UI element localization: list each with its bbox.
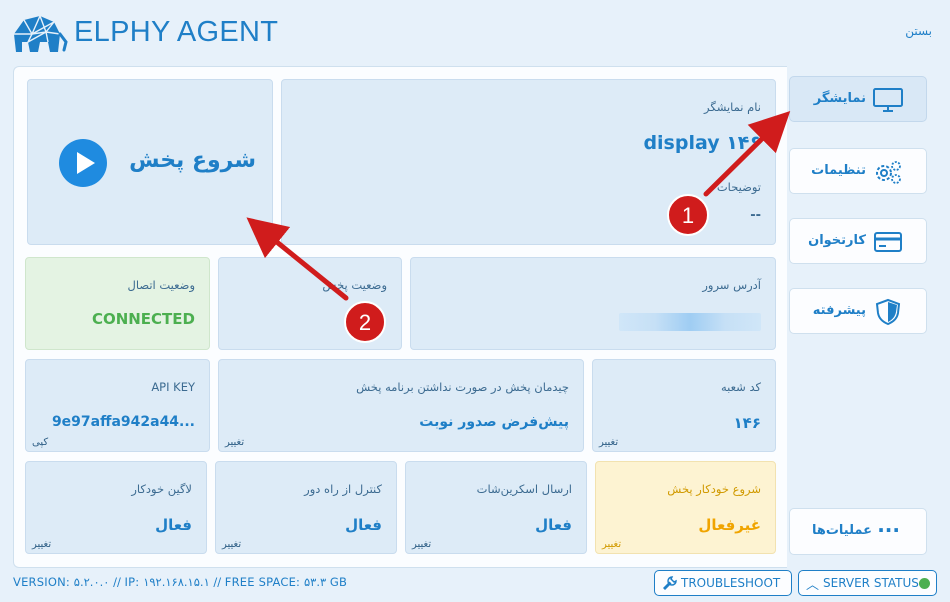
playback-status-label: وضعیت پخش (322, 278, 387, 292)
sidebar-item-card-reader[interactable]: کارتخوان (789, 218, 927, 264)
remote-control-card: کنترل از راه دور فعال تغییر (215, 461, 397, 554)
sidebar-item-label: پیشرفته (812, 303, 866, 318)
copy-api-key-button[interactable]: کپی (32, 437, 48, 448)
close-button[interactable]: بستن (905, 24, 932, 38)
wrench-icon (663, 576, 677, 590)
sidebar-item-display[interactable]: نمایشگر (789, 76, 927, 122)
connection-status-label: وضعیت اتصال (127, 278, 195, 292)
change-remote-control-button[interactable]: تغییر (222, 539, 241, 550)
auto-login-card: لاگین خودکار فعال تغییر (25, 461, 207, 554)
remote-control-value: فعال (345, 516, 382, 534)
change-auto-play-button[interactable]: تغییر (602, 539, 621, 550)
troubleshoot-button[interactable]: TROUBLESHOOT (654, 570, 792, 596)
change-screenshot-button[interactable]: تغییر (412, 539, 431, 550)
sidebar-item-settings[interactable]: تنظیمات (789, 148, 927, 194)
api-key-value: 9e97affa942a44... (51, 414, 195, 430)
sidebar-item-label: تنظیمات (811, 163, 866, 178)
app-title: ELPHY AGENT (74, 16, 279, 48)
app-header: ELPHY AGENT بستن (0, 0, 950, 62)
playback-status-value: فعال (350, 312, 387, 330)
operations-label: عملیات‌ها (811, 523, 872, 538)
default-layout-card: چیدمان پخش در صورت نداشتن برنامه پخش پیش… (218, 359, 584, 452)
server-status-indicator (919, 578, 930, 589)
shield-icon (875, 298, 901, 326)
display-name-label: نام نمایشگر (704, 100, 761, 114)
auto-play-value: غیرفعال (698, 516, 761, 534)
card-reader-icon (874, 232, 902, 252)
screenshot-card: ارسال اسکرین‌شات فعال تغییر (405, 461, 587, 554)
sidebar-item-advanced[interactable]: پیشرفته (789, 288, 927, 334)
screenshot-label: ارسال اسکرین‌شات (476, 482, 572, 496)
auto-login-label: لاگین خودکار (131, 482, 192, 496)
gear-icon (876, 161, 901, 184)
connection-status-value: CONNECTED (91, 310, 195, 328)
playback-status-card: وضعیت پخش فعال (218, 257, 402, 350)
display-name-value: display ۱۴۶ (643, 132, 761, 154)
change-branch-button[interactable]: تغییر (599, 437, 618, 448)
connection-status-card: وضعیت اتصال CONNECTED (25, 257, 210, 350)
chevron-up-icon: ︿ (806, 578, 820, 593)
display-info-card: نام نمایشگر display ۱۴۶ توضیحات -- (281, 79, 776, 245)
play-icon (59, 139, 107, 187)
more-icon: ··· (877, 518, 900, 542)
change-auto-login-button[interactable]: تغییر (32, 539, 51, 550)
auto-login-value: فعال (155, 516, 192, 534)
elephant-logo-icon (14, 14, 68, 52)
screenshot-value: فعال (535, 516, 572, 534)
api-key-card: API KEY 9e97affa942a44... کپی (25, 359, 210, 452)
footer-info: VERSION: ۵.۲.۰.۰ // IP: ۱۹۲.۱۶۸.۱۵.۱ // … (13, 575, 348, 589)
troubleshoot-label: TROUBLESHOOT (681, 576, 781, 590)
display-description-label: توضیحات (716, 180, 761, 194)
remote-control-label: کنترل از راه دور (304, 482, 382, 496)
server-status-label: SERVER STATUS (823, 576, 919, 590)
default-layout-label: چیدمان پخش در صورت نداشتن برنامه پخش (356, 380, 569, 394)
branch-code-card: کد شعبه ۱۴۶ تغییر (592, 359, 776, 452)
api-key-label: API KEY (151, 380, 195, 394)
start-playback-button[interactable]: شروع پخش (27, 79, 273, 245)
sidebar: نمایشگر تنظیمات کارتخوان پیشرفته عمل (787, 66, 937, 568)
start-playback-label: شروع پخش (129, 148, 256, 173)
server-address-label: آدرس سرور (702, 278, 761, 292)
main-panel: شروع پخش نام نمایشگر display ۱۴۶ توضیحات… (13, 66, 787, 568)
server-address-value (619, 313, 761, 331)
operations-button[interactable]: عملیات‌ها ··· (789, 508, 927, 555)
default-layout-value: پیش‌فرض صدور نوبت (419, 414, 569, 430)
display-description-value: -- (750, 208, 761, 223)
auto-play-card: شروع خودکار پخش غیرفعال تغییر (595, 461, 776, 554)
server-status-button[interactable]: ︿ SERVER STATUS (798, 570, 937, 596)
auto-play-label: شروع خودکار پخش (667, 482, 761, 496)
monitor-icon (873, 88, 903, 112)
change-layout-button[interactable]: تغییر (225, 437, 244, 448)
branch-code-value: ۱۴۶ (733, 414, 761, 432)
sidebar-item-label: کارتخوان (808, 233, 866, 248)
server-address-card: آدرس سرور (410, 257, 776, 350)
branch-code-label: کد شعبه (721, 380, 761, 394)
sidebar-item-label: نمایشگر (813, 91, 866, 106)
